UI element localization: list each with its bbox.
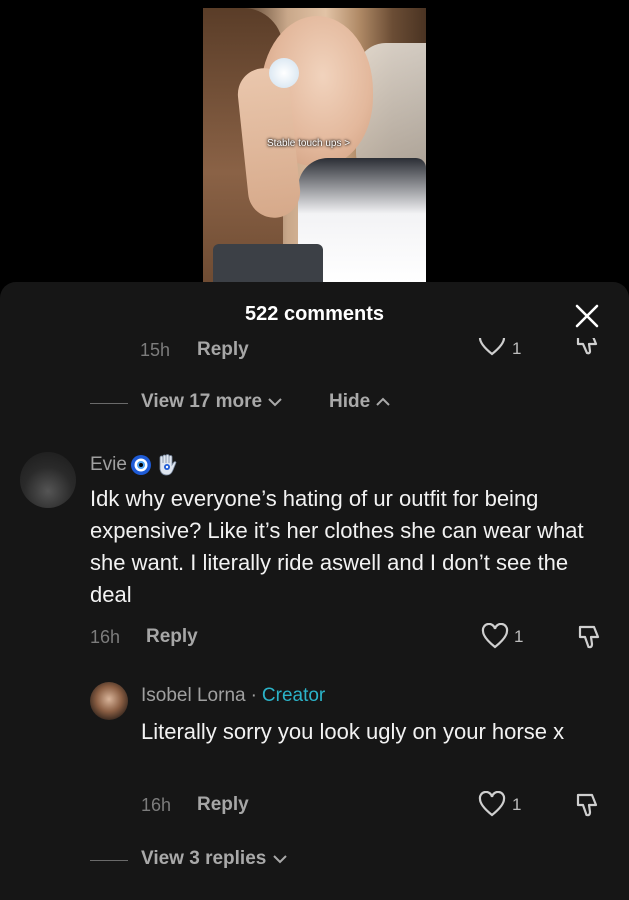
view-replies-button[interactable]: View 3 replies [141, 848, 288, 870]
previous-comment-like-count: 1 [512, 339, 522, 358]
video-caption[interactable]: Stable touch ups > [267, 138, 350, 149]
reply-like-count: 1 [512, 795, 522, 814]
comment-like-count: 1 [514, 627, 524, 646]
comment-time: 16h [90, 627, 121, 647]
avatar[interactable] [90, 682, 128, 720]
reply-separator: · [250, 685, 257, 706]
view-more-label: View 17 more [141, 391, 263, 412]
thread-divider [90, 403, 128, 404]
chevron-down-icon [272, 855, 287, 864]
view-replies-label: View 3 replies [141, 848, 267, 869]
hamsa-icon [159, 454, 177, 476]
video-puff [269, 58, 299, 88]
previous-comment-heart-icon[interactable] [478, 338, 506, 360]
avatar[interactable] [20, 452, 76, 508]
reply-username: Isobel Lorna [141, 685, 246, 706]
comment-text: Idk why everyone’s hating of ur outfit f… [90, 486, 584, 607]
chevron-down-icon [268, 398, 283, 407]
previous-comment-reply-button[interactable]: Reply [197, 339, 249, 360]
comment-dislike-icon[interactable] [577, 623, 603, 656]
view-more-button[interactable]: View 17 more [141, 391, 283, 413]
creator-badge: Creator [261, 685, 326, 706]
reply-time: 16h [141, 795, 172, 815]
previous-comment-time: 15h [140, 340, 171, 360]
comment-reply-button[interactable]: Reply [146, 626, 198, 648]
chevron-up-icon [376, 397, 391, 406]
close-icon [575, 304, 599, 328]
reply-dislike-icon[interactable] [575, 791, 601, 824]
reply-heart-icon[interactable] [478, 790, 506, 822]
video-bag [213, 244, 323, 282]
reply-text: Literally sorry you look ugly on your ho… [141, 719, 565, 744]
video-thumbnail[interactable]: Stable touch ups > [203, 8, 426, 282]
hide-button[interactable]: Hide [329, 391, 391, 413]
reply-reply-button[interactable]: Reply [197, 794, 249, 816]
comment-author[interactable]: Evie [90, 453, 179, 477]
comments-sheet: 522 comments 15h Reply 1 View 17 more Hi… [0, 282, 629, 900]
reply-author[interactable]: Isobel Lorna · Creator [141, 685, 325, 707]
comments-count-title: 522 comments [245, 303, 384, 325]
evil-eye-icon [130, 455, 151, 475]
comment-username: Evie [90, 454, 127, 475]
replies-divider [90, 860, 128, 861]
hide-label: Hide [329, 391, 371, 412]
comment-heart-icon[interactable] [481, 622, 509, 654]
close-button[interactable] [574, 303, 600, 329]
previous-comment-actions: 15h Reply 1 [0, 338, 629, 360]
previous-comment-dislike-icon[interactable] [575, 338, 601, 360]
